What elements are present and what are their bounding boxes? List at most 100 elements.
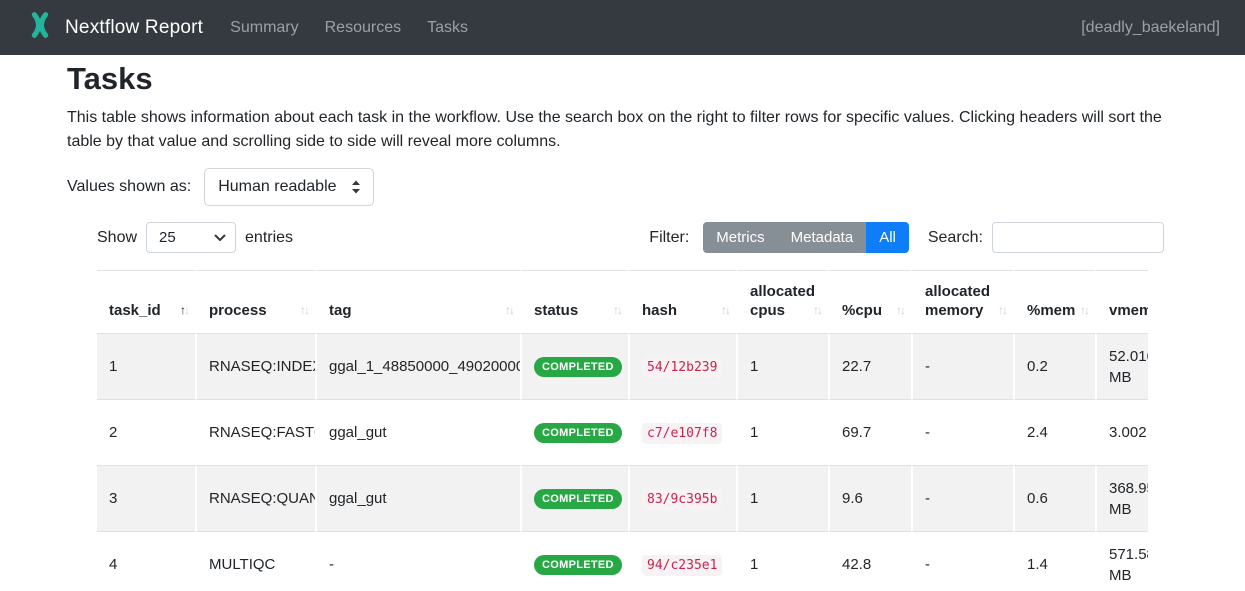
values-shown-label: Values shown as: (67, 178, 191, 196)
cell-hash: c7/e107f8 (628, 399, 736, 465)
cell-allocated-memory: - (911, 333, 1013, 399)
page-title: Tasks (67, 63, 1178, 94)
cell-task-id: 1 (97, 333, 195, 399)
navbar-brand[interactable]: Nextflow Report (25, 11, 203, 44)
filter-label: Filter: (649, 229, 689, 247)
status-badge: COMPLETED (534, 489, 622, 509)
column-label: allocated cpus (750, 283, 815, 319)
page-length-control: Show 25 entries (97, 222, 293, 253)
table-row: 1RNASEQ:INDEXggal_1_48850000_49020000COM… (97, 333, 1148, 399)
cell-vmem: 571.58 MB (1095, 531, 1148, 591)
cell-vmem: 3.002 (1095, 399, 1148, 465)
filter-search-controls: Filter: MetricsMetadataAll Search: (649, 222, 1164, 253)
column-header-process[interactable]: process ↑↓ (195, 270, 315, 333)
column-header-hash[interactable]: hash ↑↓ (628, 270, 736, 333)
nav-link-summary[interactable]: Summary (217, 19, 311, 37)
column-label: allocated memory (925, 283, 990, 319)
cell-task-id: 3 (97, 465, 195, 531)
sort-icon: ↑↓ (1080, 301, 1088, 320)
sort-icon: ↑↓ (505, 301, 513, 320)
column-header-cpu[interactable]: %cpu ↑↓ (828, 270, 911, 333)
search-label: Search: (928, 229, 983, 247)
hash-code: 83/9c395b (642, 489, 722, 510)
datatable-wrapper: Show 25 entries Filter: MetricsMetadataA… (97, 222, 1164, 591)
cell-allocated-cpus: 1 (736, 399, 828, 465)
column-label: status (534, 302, 578, 319)
column-header-allocated-cpus[interactable]: allocated cpus↑↓ (736, 270, 828, 333)
cell-process: MULTIQC (195, 531, 315, 591)
cell-tag: ggal_gut (315, 465, 520, 531)
filter-button-all[interactable]: All (866, 222, 909, 253)
up-down-arrows-icon (351, 179, 361, 195)
page-length-select[interactable]: 25 (146, 222, 236, 253)
cell-status: COMPLETED (520, 465, 628, 531)
page-description: This table shows information about each … (67, 106, 1169, 154)
cell-vmem: 52.016 MB (1095, 333, 1148, 399)
column-header-tag[interactable]: tag ↑↓ (315, 270, 520, 333)
filter-button-group: MetricsMetadataAll (703, 222, 909, 253)
cell-tag: ggal_gut (315, 399, 520, 465)
sort-icon: ↑↓ (998, 301, 1006, 320)
cell-status: COMPLETED (520, 399, 628, 465)
nav-link-resources[interactable]: Resources (312, 19, 414, 37)
filter-button-metrics[interactable]: Metrics (703, 222, 777, 253)
cell-task-id: 4 (97, 531, 195, 591)
cell-allocated-memory: - (911, 531, 1013, 591)
cell-status: COMPLETED (520, 333, 628, 399)
cell-pct-mem: 0.6 (1013, 465, 1095, 531)
sort-icon: ↑↓ (721, 301, 729, 320)
table-row: 2RNASEQ:FASTQCggal_gutCOMPLETEDc7/e107f8… (97, 399, 1148, 465)
status-badge: COMPLETED (534, 555, 622, 575)
navbar-links: SummaryResourcesTasks (217, 19, 481, 37)
chevron-down-icon (214, 229, 226, 246)
filter-button-metadata[interactable]: Metadata (778, 222, 867, 253)
brand-title: Nextflow Report (65, 17, 203, 39)
cell-pct-mem: 1.4 (1013, 531, 1095, 591)
values-shown-selected-option: Human readable (218, 178, 336, 196)
column-header-mem[interactable]: %mem↑↓ (1013, 270, 1095, 333)
cell-pct-mem: 2.4 (1013, 399, 1095, 465)
values-shown-row: Values shown as: Human readable (67, 168, 1178, 206)
cell-tag: - (315, 531, 520, 591)
entries-label: entries (245, 229, 293, 247)
sort-icon: ↑↓ (300, 301, 308, 320)
column-label: tag (329, 302, 352, 319)
cell-task-id: 2 (97, 399, 195, 465)
sort-icon: ↑↓ (813, 301, 821, 320)
column-header-task-id[interactable]: task_id ↑↓ (97, 270, 195, 333)
show-label: Show (97, 229, 137, 247)
nav-link-tasks[interactable]: Tasks (414, 19, 481, 37)
table-header-row: task_id↑↓process↑↓tag↑↓status↑↓hash↑↓all… (97, 270, 1148, 333)
column-header-allocated-memory[interactable]: allocated memory ↑↓ (911, 270, 1013, 333)
tasks-table: task_id↑↓process↑↓tag↑↓status↑↓hash↑↓all… (97, 270, 1148, 591)
cell-hash: 83/9c395b (628, 465, 736, 531)
table-row: 3RNASEQ:QUANTggal_gutCOMPLETED83/9c395b1… (97, 465, 1148, 531)
navbar: Nextflow Report SummaryResourcesTasks [d… (0, 0, 1245, 55)
cell-allocated-cpus: 1 (736, 333, 828, 399)
column-label: process (209, 302, 267, 319)
sort-icon: ↑↓ (613, 301, 621, 320)
table-row: 4MULTIQC-COMPLETED94/c235e1142.8-1.4571.… (97, 531, 1148, 591)
cell-hash: 54/12b239 (628, 333, 736, 399)
cell-tag: ggal_1_48850000_49020000 (315, 333, 520, 399)
table-controls: Show 25 entries Filter: MetricsMetadataA… (97, 222, 1164, 253)
search-input[interactable] (992, 222, 1164, 253)
column-label: hash (642, 302, 677, 319)
status-badge: COMPLETED (534, 357, 622, 377)
cell-vmem: 368.95 MB (1095, 465, 1148, 531)
cell-hash: 94/c235e1 (628, 531, 736, 591)
cell-process: RNASEQ:QUANT (195, 465, 315, 531)
run-name: [deadly_baekeland] (1081, 19, 1220, 37)
sort-icon: ↑↓ (896, 301, 904, 320)
sort-icon: ↑↓ (180, 301, 188, 320)
column-header-vmem[interactable]: vmem↑↓ (1095, 270, 1148, 333)
column-label: task_id (109, 302, 161, 319)
values-shown-select[interactable]: Human readable (204, 168, 373, 206)
cell-pct-cpu: 22.7 (828, 333, 911, 399)
column-label: vmem (1109, 302, 1148, 319)
hash-code: 94/c235e1 (642, 555, 722, 576)
tasks-table-container: task_id↑↓process↑↓tag↑↓status↑↓hash↑↓all… (97, 270, 1148, 591)
status-badge: COMPLETED (534, 423, 622, 443)
column-label: %cpu (842, 302, 882, 319)
column-header-status[interactable]: status ↑↓ (520, 270, 628, 333)
